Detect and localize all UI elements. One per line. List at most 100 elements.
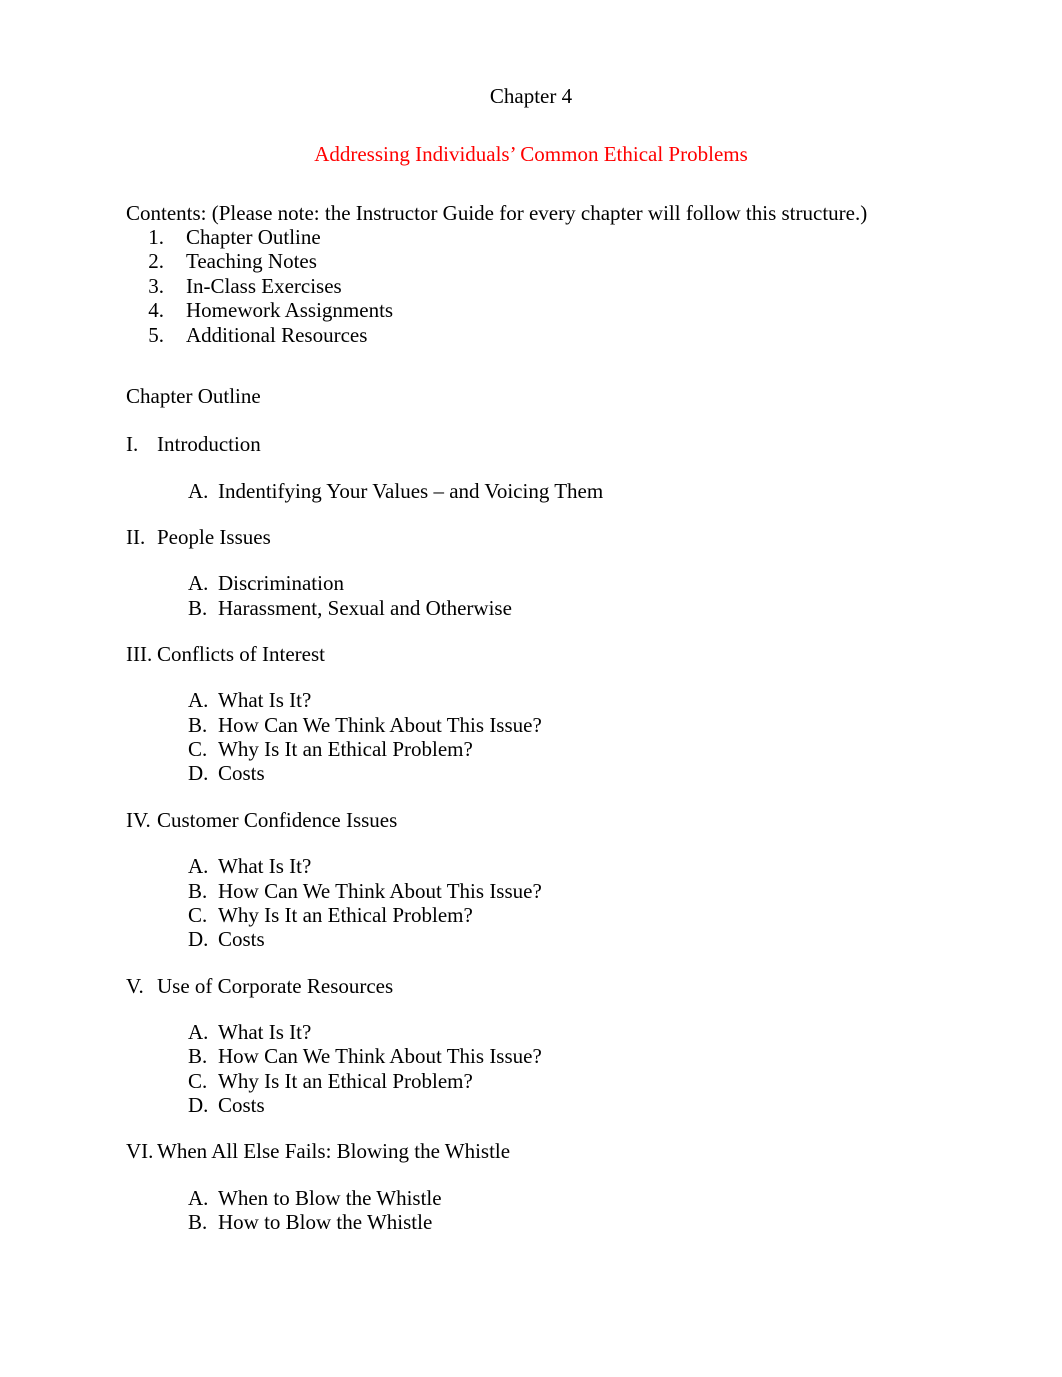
- outline-subitem-letter: D.: [188, 927, 209, 952]
- outline-section-numeral: VI.: [126, 1139, 154, 1164]
- contents-item-number: 4.: [148, 298, 164, 323]
- outline-subitem-list: A. Indentifying Your Values – and Voicing…: [126, 479, 936, 503]
- outline-subitem-label: When to Blow the Whistle: [218, 1185, 442, 1210]
- outline-subitem-label: How to Blow the Whistle: [218, 1210, 433, 1235]
- outline-subitem: A. When to Blow the Whistle: [126, 1186, 936, 1210]
- outline-subitem: B. How Can We Think About This Issue?: [126, 1044, 936, 1068]
- outline-subitem-list: A. What Is It? B. How Can We Think About Th…: [126, 688, 936, 785]
- contents-item-label: Teaching Notes: [186, 249, 317, 274]
- outline-subitem: B. How Can We Think About This Issue?: [126, 879, 936, 903]
- contents-item-label: Homework Assignments: [186, 298, 394, 323]
- outline-section-heading: V. Use of Corporate Resources: [126, 974, 936, 998]
- outline-section-numeral: V.: [126, 973, 144, 998]
- outline-subitem-letter: B.: [188, 712, 208, 737]
- outline-section-heading: II. People Issues: [126, 525, 936, 549]
- outline-subitem-label: Costs: [218, 927, 265, 952]
- outline-subitem-label: Indentifying Your Values – and Voicing T…: [218, 478, 604, 503]
- outline-subitem-letter: A.: [188, 571, 209, 596]
- outline-subitem: B. Harassment, Sexual and Otherwise: [126, 596, 936, 620]
- outline-subitem: D. Costs: [126, 761, 936, 785]
- outline-subitem-label: What Is It?: [218, 854, 312, 879]
- outline-section: IV. Customer Confidence Issues A. What Is I…: [126, 808, 936, 952]
- outline-section-numeral: III.: [126, 642, 153, 667]
- outline-subitem-label: How Can We Think About This Issue?: [218, 878, 542, 903]
- contents-item-number: 5.: [148, 322, 164, 347]
- outline-subitem-label: Harassment, Sexual and Otherwise: [218, 595, 512, 620]
- outline-subitem-list: A. What Is It? B. How Can We Think About Th…: [126, 1020, 936, 1117]
- document-page: Chapter 4 Addressing Individuals’ Common…: [0, 0, 1062, 1377]
- outline-subitem: C. Why Is It an Ethical Problem?: [126, 903, 936, 927]
- outline-subitem-letter: B.: [188, 1044, 208, 1069]
- contents-list-item: 5. Additional Resources: [126, 323, 936, 347]
- contents-intro-line: Contents: (Please note: the Instructor G…: [126, 200, 868, 225]
- contents-list-item: 1. Chapter Outline: [126, 225, 936, 249]
- outline-section-title: People Issues: [157, 524, 271, 549]
- outline-section: VI. When All Else Fails: Blowing the Whis…: [126, 1139, 936, 1234]
- outline-subitem: D. Costs: [126, 927, 936, 951]
- contents-list-item: 2. Teaching Notes: [126, 249, 936, 273]
- outline-subitem-letter: B.: [188, 878, 208, 903]
- contents-item-number: 2.: [148, 249, 164, 274]
- outline-subitem-letter: A.: [188, 688, 209, 713]
- outline-section-heading: VI. When All Else Fails: Blowing the Whis…: [126, 1139, 936, 1163]
- chapter-title: Addressing Individuals’ Common Ethical P…: [314, 142, 748, 167]
- outline-subitem-list: A. What Is It? B. How Can We Think About Th…: [126, 854, 936, 951]
- outline-subitem-letter: D.: [188, 761, 209, 786]
- outline-section: III. Conflicts of Interest A. What Is It? B.…: [126, 642, 936, 786]
- outline-subitem-list: A. When to Blow the Whistle B. How to Blow …: [126, 1186, 936, 1235]
- outline-subitem-label: Discrimination: [218, 571, 344, 596]
- outline-section-heading: III. Conflicts of Interest: [126, 642, 936, 666]
- outline-section-title: Customer Confidence Issues: [157, 807, 398, 832]
- outline-section-title: Introduction: [157, 432, 261, 457]
- outline-subitem: C. Why Is It an Ethical Problem?: [126, 737, 936, 761]
- outline-subitem: A. Discrimination: [126, 571, 936, 595]
- outline-subitem-letter: C.: [188, 1068, 208, 1093]
- outline-subitem-letter: B.: [188, 595, 208, 620]
- outline-subitem-list: A. Discrimination B. Harassment, Sexual and…: [126, 571, 936, 620]
- outline-subitem-label: How Can We Think About This Issue?: [218, 1044, 542, 1069]
- outline-subitem-label: What Is It?: [218, 1019, 312, 1044]
- outline-subitem-letter: A.: [188, 1019, 209, 1044]
- contents-item-label: Additional Resources: [186, 322, 368, 347]
- section-label-chapter-outline: Chapter Outline: [126, 383, 261, 408]
- outline-section: II. People Issues A. Discrimination B. Harass…: [126, 525, 936, 620]
- outline-section-numeral: I.: [126, 432, 139, 457]
- outline-subitem-label: Why Is It an Ethical Problem?: [218, 737, 473, 762]
- outline-section: V. Use of Corporate Resources A. What Is It…: [126, 974, 936, 1118]
- outline-subitem-letter: B.: [188, 1210, 208, 1235]
- outline-subitem: A. What Is It?: [126, 1020, 936, 1044]
- outline-section: I. Introduction A. Indentifying Your Values…: [126, 432, 936, 503]
- outline-section-numeral: II.: [126, 524, 146, 549]
- outline-subitem: C. Why Is It an Ethical Problem?: [126, 1069, 936, 1093]
- outline-subitem-label: Costs: [218, 761, 265, 786]
- document-body: Chapter 4 Addressing Individuals’ Common…: [126, 84, 936, 1235]
- outline-subitem-letter: A.: [188, 1185, 209, 1210]
- outline-subitem: B. How Can We Think About This Issue?: [126, 713, 936, 737]
- outline-subitem: A. What Is It?: [126, 688, 936, 712]
- contents-item-number: 3.: [148, 273, 164, 298]
- outline-section-title: Conflicts of Interest: [157, 642, 325, 667]
- outline-subitem-label: Why Is It an Ethical Problem?: [218, 1068, 473, 1093]
- outline-section-title: Use of Corporate Resources: [157, 973, 394, 998]
- outline-subitem: B. How to Blow the Whistle: [126, 1210, 936, 1234]
- outline-subitem-letter: D.: [188, 1093, 209, 1118]
- outline-subitem-letter: A.: [188, 478, 209, 503]
- outline-subitem: D. Costs: [126, 1093, 936, 1117]
- contents-list: 1. Chapter Outline 2. Teaching Notes 3. In-Cl…: [126, 225, 936, 347]
- outline-subitem-letter: C.: [188, 902, 208, 927]
- contents-item-label: Chapter Outline: [186, 225, 321, 250]
- contents-list-item: 4. Homework Assignments: [126, 298, 936, 322]
- outline-subitem-label: What Is It?: [218, 688, 312, 713]
- outline-section-numeral: IV.: [126, 807, 151, 832]
- contents-list-item: 3. In-Class Exercises: [126, 274, 936, 298]
- outline-subitem: A. What Is It?: [126, 854, 936, 878]
- outline-subitem-label: How Can We Think About This Issue?: [218, 712, 542, 737]
- outline-subitem-letter: A.: [188, 854, 209, 879]
- outline-section-title: When All Else Fails: Blowing the Whistle: [157, 1139, 511, 1164]
- outline-section-heading: IV. Customer Confidence Issues: [126, 808, 936, 832]
- outline-subitem-label: Costs: [218, 1093, 265, 1118]
- outline-subitem-letter: C.: [188, 737, 208, 762]
- chapter-outline: I. Introduction A. Indentifying Your Values…: [126, 432, 936, 1234]
- outline-section-heading: I. Introduction: [126, 432, 936, 456]
- contents-item-number: 1.: [148, 225, 164, 250]
